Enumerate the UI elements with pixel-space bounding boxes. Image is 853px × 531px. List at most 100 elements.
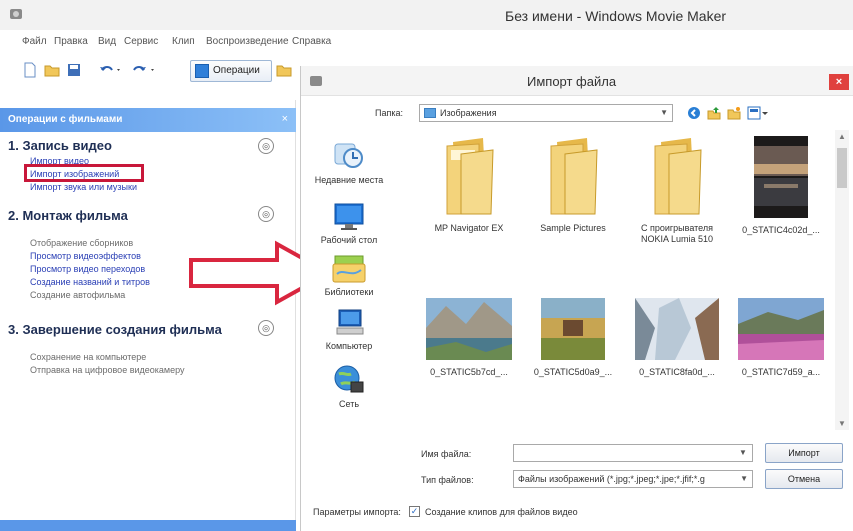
folder-dropdown[interactable]: Изображения ▼ (419, 104, 673, 122)
file-item-photo[interactable]: 0_STATIC5b7cd_... (419, 298, 519, 378)
tasks-footer-bar (0, 520, 296, 531)
scrollbar-thumb[interactable] (837, 148, 847, 188)
menu-help[interactable]: Справка (292, 36, 331, 47)
folder-label: Папка: (375, 108, 403, 118)
place-computer[interactable]: Компьютер (309, 308, 389, 351)
place-recent-label: Недавние места (314, 175, 384, 185)
link-video-effects[interactable]: Просмотр видеоэффектов (30, 251, 141, 261)
libraries-icon (332, 255, 366, 283)
file-list: MP Navigator EX Sample Pictures С проигр… (419, 130, 849, 430)
scroll-down-icon[interactable]: ▼ (835, 419, 849, 428)
save-icon[interactable] (66, 62, 82, 78)
file-item-photo[interactable]: 0_STATIC5d0a9_... (523, 298, 623, 378)
redo-icon[interactable] (132, 62, 158, 78)
operations-icon (195, 64, 209, 78)
place-desktop-label: Рабочий стол (320, 235, 378, 245)
file-list-scrollbar[interactable]: ▲ ▼ (835, 130, 849, 430)
chevron-down-icon: ▼ (740, 474, 748, 483)
link-automovie[interactable]: Создание автофильма (30, 290, 125, 300)
menu-tools[interactable]: Сервис (124, 36, 158, 47)
filename-label: Имя файла: (421, 449, 472, 459)
place-desktop[interactable]: Рабочий стол (309, 202, 389, 245)
up-folder-icon[interactable] (707, 106, 721, 120)
create-clips-label[interactable]: Создание клипов для файлов видео (425, 507, 578, 517)
file-item-label: Sample Pictures (540, 223, 606, 233)
place-computer-label: Компьютер (325, 341, 373, 351)
menu-clip[interactable]: Клип (172, 36, 195, 47)
menu-view[interactable]: Вид (98, 36, 116, 47)
operations-label: Операции (213, 65, 260, 76)
link-video-transitions[interactable]: Просмотр видео переходов (30, 264, 145, 274)
back-icon[interactable] (687, 106, 701, 120)
dialog-title: Импорт файла (527, 74, 617, 89)
undo-icon[interactable] (98, 62, 124, 78)
filename-input[interactable] (513, 444, 753, 462)
photo-thumbnail (738, 298, 824, 360)
link-show-collections[interactable]: Отображение сборников (30, 238, 133, 248)
folder-icon (550, 138, 598, 215)
section-capture-title[interactable]: 1. Запись видео (8, 138, 112, 153)
create-clips-checkbox[interactable]: ✓ (409, 506, 420, 517)
section-finish-toggle[interactable]: ◎ (258, 320, 274, 336)
section-edit-toggle[interactable]: ◎ (258, 206, 274, 222)
chevron-down-icon[interactable]: ▼ (739, 448, 747, 457)
new-folder-icon[interactable] (727, 106, 741, 120)
pictures-library-icon (424, 108, 436, 118)
menu-playback[interactable]: Воспроизведение (206, 36, 289, 47)
tasks-header[interactable]: Операции с фильмами × (0, 108, 296, 132)
import-file-dialog: Импорт файла × Папка: Изображения ▼ Неда… (300, 66, 853, 531)
file-item-label: 0_STATIC8fa0d_... (639, 367, 715, 377)
dialog-app-icon (310, 76, 322, 86)
recent-places-icon (334, 143, 363, 168)
photo-thumbnail (426, 298, 512, 360)
import-button[interactable]: Импорт (765, 443, 843, 463)
filetype-dropdown[interactable]: Файлы изображений (*.jpg;*.jpeg;*.jpe;*.… (513, 470, 753, 488)
section-edit-title[interactable]: 2. Монтаж фильма (8, 208, 128, 223)
link-import-audio[interactable]: Импорт звука или музыки (30, 182, 137, 192)
collections-icon[interactable] (276, 62, 292, 78)
scroll-up-icon[interactable]: ▲ (835, 132, 849, 141)
file-item-folder[interactable]: MP Navigator EX (419, 136, 519, 234)
file-item-label: MP Navigator EX (434, 223, 504, 233)
tasks-close-icon[interactable]: × (282, 113, 288, 125)
place-network[interactable]: Сеть (309, 362, 389, 409)
file-item-label: 0_STATIC4c02d_... (742, 225, 820, 235)
tasks-header-label: Операции с фильмами (8, 114, 123, 125)
file-item-folder[interactable]: С проигрывателя NOKIA Lumia 510 (627, 136, 727, 245)
menu-edit[interactable]: Правка (54, 36, 88, 47)
view-menu-icon[interactable] (747, 106, 769, 120)
import-params-label: Параметры импорта: (313, 507, 401, 517)
title-bar: Без имени - Windows Movie Maker (0, 0, 853, 30)
link-save-computer[interactable]: Сохранение на компьютере (30, 352, 146, 362)
file-item-photo[interactable]: 0_STATIC7d59_a... (731, 298, 831, 378)
place-libraries-label: Библиотеки (324, 287, 374, 297)
photo-thumbnail (541, 298, 605, 360)
open-project-icon[interactable] (44, 62, 60, 78)
cancel-button[interactable]: Отмена (765, 469, 843, 489)
folder-icon (446, 138, 494, 215)
file-item-folder[interactable]: Sample Pictures (523, 136, 623, 234)
file-item-photo[interactable]: 0_STATIC4c02d_... (731, 136, 831, 236)
section-finish-title[interactable]: 3. Завершение создания фильма (8, 322, 222, 337)
section-capture-toggle[interactable]: ◎ (258, 138, 274, 154)
file-item-photo[interactable]: 0_STATIC8fa0d_... (627, 298, 727, 378)
dialog-title-bar: Импорт файла × (301, 66, 853, 96)
toolbar: Операции (0, 56, 320, 86)
import-pictures-highlight (24, 164, 144, 182)
photo-thumbnail (635, 298, 719, 360)
place-network-label: Сеть (338, 399, 360, 409)
dialog-close-button[interactable]: × (829, 74, 849, 90)
link-titles-credits[interactable]: Создание названий и титров (30, 277, 150, 287)
file-item-label: С проигрывателя NOKIA Lumia 510 (640, 223, 714, 244)
place-recent[interactable]: Недавние места (309, 138, 389, 185)
place-libraries[interactable]: Библиотеки (309, 254, 389, 297)
filetype-value: Файлы изображений (*.jpg;*.jpeg;*.jpe;*.… (518, 474, 705, 484)
new-project-icon[interactable] (22, 62, 38, 78)
menu-file[interactable]: Файл (22, 36, 47, 47)
menu-bar: Файл Правка Вид Сервис Клип Воспроизведе… (0, 34, 853, 52)
file-item-label: 0_STATIC7d59_a... (741, 367, 821, 377)
folder-icon (654, 138, 702, 215)
operations-button[interactable]: Операции (190, 60, 272, 82)
network-globe-icon (334, 365, 364, 393)
link-send-camera[interactable]: Отправка на цифровое видеокамеру (30, 365, 185, 375)
